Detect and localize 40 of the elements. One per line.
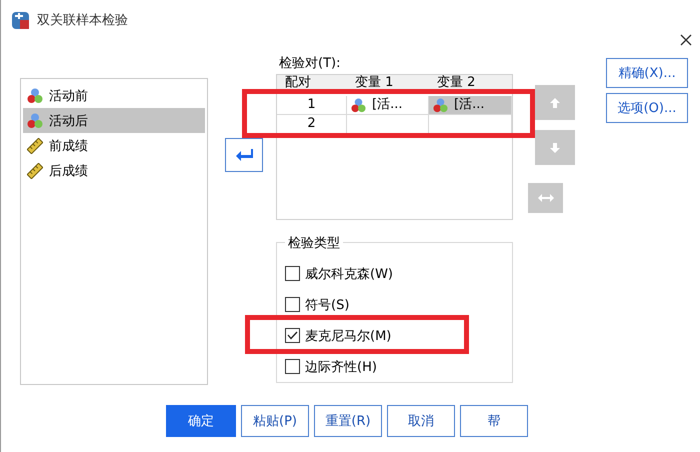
dialog-button[interactable]: 取消 [387,405,455,437]
arrow-down-icon [549,142,561,154]
dialog-button[interactable]: 重置(R) [314,405,382,437]
checkbox[interactable] [285,297,300,312]
checkbox-option[interactable]: 麦克尼马尔(M) [285,325,504,346]
dialog-button[interactable]: 帮 [460,405,528,437]
column-header: 配对 [277,75,347,90]
ruler-icon [27,138,43,154]
variable-nominal-icon [433,98,448,112]
variable-nominal-icon [27,88,43,104]
variable-item[interactable]: 活动后 [23,108,205,133]
variable-item[interactable]: 活动前 [23,83,205,108]
arrow-up-icon [549,96,561,108]
checkbox[interactable] [285,266,300,281]
move-button[interactable] [225,138,263,172]
checkbox-option[interactable]: 威尔科克森(W) [285,263,504,284]
variable-item[interactable]: 后成绩 [23,158,205,183]
return-arrow-icon [235,148,253,162]
dialog-button[interactable]: 选项(O)... [606,93,688,123]
variable-nominal-icon [351,98,366,112]
dialog-button[interactable]: 粘贴(P) [241,405,309,437]
column-header: 变量 1 [347,75,429,90]
window-title: 双关联样本检验 [37,12,129,29]
variable-item[interactable]: 前成绩 [23,133,205,158]
checkbox-option[interactable]: 边际齐性(H) [285,356,504,377]
checkbox-option[interactable]: 符号(S) [285,294,504,315]
checkbox[interactable] [285,359,300,374]
double-arrow-icon [536,193,554,203]
close-icon[interactable] [680,34,692,46]
table-cell[interactable]: [活... [429,96,512,114]
check-icon [287,331,298,340]
test-pairs-label: 检验对(T): [278,55,342,73]
ok-button[interactable]: 确定 [166,405,236,437]
dialog-button[interactable]: 精确(X)... [606,58,688,88]
ruler-icon [27,162,43,178]
column-header: 变量 2 [429,75,512,90]
group-title: 检验类型 [285,234,343,252]
app-icon [11,10,31,30]
checkbox[interactable] [285,328,300,343]
variable-nominal-icon [27,112,43,128]
